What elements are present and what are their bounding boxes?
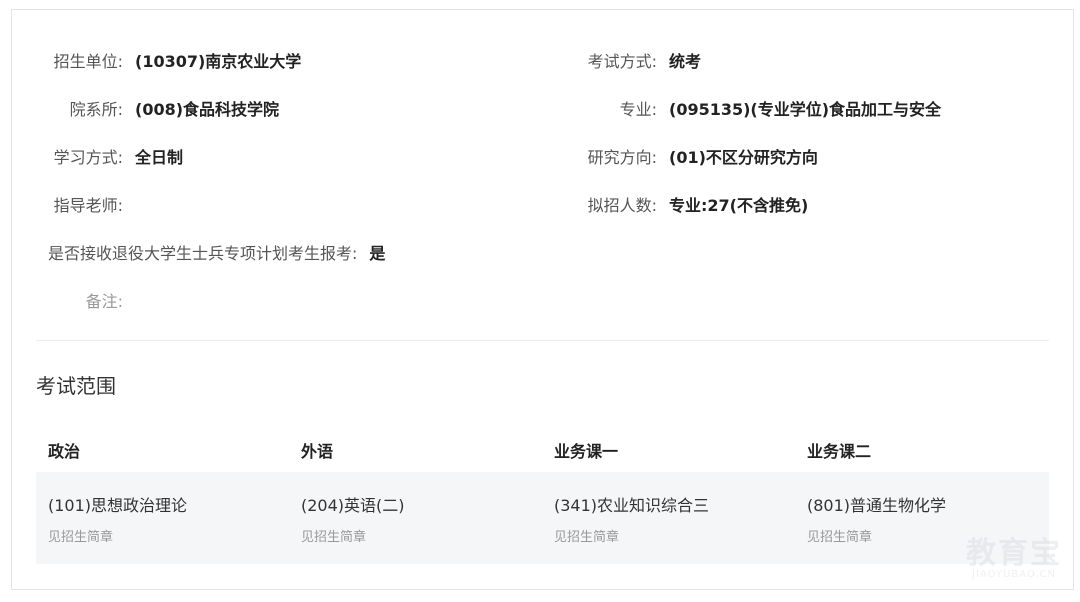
watermark-main-text: 教育宝 <box>966 536 1062 571</box>
exam-mode-value: 统考 <box>669 52 702 71</box>
school-value: (10307)南京农业大学 <box>135 52 302 71</box>
veteran-value: 是 <box>369 244 386 263</box>
table-row: (101)思想政治理论 见招生简章 (204)英语(二) 见招生简章 (341)… <box>36 472 1049 564</box>
study-mode-label: 学习方式: <box>53 148 123 167</box>
veteran-row: 是否接收退役大学生士兵专项计划考生报考: 是 <box>48 240 385 264</box>
course-name: (204)英语(二) <box>301 496 405 515</box>
course-cell-subject-one: (341)农业知识综合三 见招生简章 <box>542 472 795 564</box>
direction-row: 研究方向: (01)不区分研究方向 <box>546 144 818 168</box>
advisor-label: 指导老师: <box>53 196 123 215</box>
dept-row: 院系所: (008)食品科技学院 <box>12 96 279 120</box>
study-mode-value: 全日制 <box>135 148 184 167</box>
course-name: (801)普通生物化学 <box>807 496 947 515</box>
direction-label: 研究方向: <box>587 148 657 167</box>
major-label: 专业: <box>619 100 657 119</box>
remark-row: 备注: <box>12 288 135 312</box>
course-note: 见招生简章 <box>48 530 114 545</box>
direction-value: (01)不区分研究方向 <box>669 148 818 167</box>
quota-label: 拟招人数: <box>587 196 657 215</box>
course-note: 见招生简章 <box>301 530 367 545</box>
course-note: 见招生简章 <box>554 530 620 545</box>
major-value: (095135)(专业学位)食品加工与安全 <box>669 100 942 119</box>
quota-value: 专业:27(不含推免) <box>669 196 809 215</box>
course-cell-foreign-language: (204)英语(二) 见招生简章 <box>289 472 542 564</box>
program-detail-card: 招生单位: (10307)南京农业大学 院系所: (008)食品科技学院 学习方… <box>11 9 1074 590</box>
course-name: (341)农业知识综合三 <box>554 496 710 515</box>
header-foreign-language: 外语 <box>301 442 334 461</box>
dept-value: (008)食品科技学院 <box>135 100 280 119</box>
watermark-sub-text: JIAOYUBAO.CN <box>972 569 1056 580</box>
study-mode-row: 学习方式: 全日制 <box>12 144 183 168</box>
remark-label: 备注: <box>85 292 123 311</box>
veteran-label: 是否接收退役大学生士兵专项计划考生报考: <box>48 244 358 263</box>
exam-scope-table-header: 政治 外语 业务课一 业务课二 <box>36 428 1049 472</box>
watermark-logo: 教育宝 JIAOYUBAO.CN <box>966 536 1062 581</box>
dept-label: 院系所: <box>69 100 123 119</box>
course-cell-politics: (101)思想政治理论 见招生简章 <box>36 472 289 564</box>
exam-scope-title: 考试范围 <box>36 374 116 398</box>
school-label: 招生单位: <box>53 52 123 71</box>
header-subject-two: 业务课二 <box>807 442 872 461</box>
exam-mode-row: 考试方式: 统考 <box>546 48 701 72</box>
quota-row: 拟招人数: 专业:27(不含推免) <box>546 192 809 216</box>
advisor-row: 指导老师: <box>12 192 135 216</box>
school-row: 招生单位: (10307)南京农业大学 <box>12 48 302 72</box>
header-subject-one: 业务课一 <box>554 442 619 461</box>
course-name: (101)思想政治理论 <box>48 496 188 515</box>
section-divider <box>36 340 1049 341</box>
major-row: 专业: (095135)(专业学位)食品加工与安全 <box>546 96 941 120</box>
header-politics: 政治 <box>48 442 81 461</box>
exam-mode-label: 考试方式: <box>587 52 657 71</box>
